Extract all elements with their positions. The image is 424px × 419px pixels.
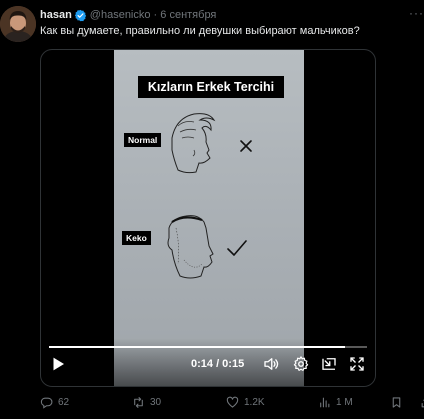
more-options-icon[interactable]: ··· xyxy=(404,6,424,22)
views-button[interactable]: 1 M xyxy=(318,396,353,409)
verified-badge-icon xyxy=(74,9,86,21)
reply-count: 62 xyxy=(58,397,70,408)
header-separator: · xyxy=(150,9,161,21)
tweet-text: Как вы думаете, правильно ли девушки выб… xyxy=(40,25,360,37)
video-controls: 0:14 / 0:15 xyxy=(41,338,375,386)
retweet-icon xyxy=(134,397,143,408)
view-count: 1 M xyxy=(336,397,353,408)
label-normal: Normal xyxy=(124,133,162,147)
progress-bar-fill xyxy=(49,346,345,348)
share-button[interactable] xyxy=(420,396,424,409)
picture-in-picture-icon[interactable] xyxy=(320,355,338,373)
reply-icon xyxy=(40,397,53,409)
label-keko: Keko xyxy=(122,231,151,245)
like-button[interactable]: 1.2K xyxy=(226,396,265,409)
like-count: 1.2K xyxy=(244,397,265,408)
tweet-date[interactable]: 6 сентября xyxy=(160,9,216,21)
progress-bar[interactable] xyxy=(49,346,367,348)
play-icon[interactable] xyxy=(49,355,67,373)
video-frame[interactable]: Kızların Erkek Tercihi Normal Keko xyxy=(114,50,304,386)
video-player[interactable]: Kızların Erkek Tercihi Normal Keko 0:14 … xyxy=(40,49,376,387)
volume-icon[interactable] xyxy=(262,355,280,373)
views-chart-icon xyxy=(320,397,330,408)
tweet-header: hasan @hasenicko · 6 сентября xyxy=(40,7,216,23)
tweet[interactable]: hasan @hasenicko · 6 сентября ··· Как вы… xyxy=(0,0,424,419)
tweet-actions: 62 30 1.2K 1 M xyxy=(40,396,424,412)
avatar[interactable] xyxy=(0,6,36,42)
avatar-image xyxy=(0,6,36,42)
retweet-count: 30 xyxy=(150,397,162,408)
share-icon xyxy=(421,399,424,408)
video-time: 0:14 / 0:15 xyxy=(191,358,245,370)
author-handle[interactable]: @hasenicko xyxy=(90,9,151,21)
settings-gear-icon[interactable] xyxy=(292,355,310,373)
retweet-button[interactable]: 30 xyxy=(132,396,161,409)
heart-icon xyxy=(226,396,239,408)
author-name[interactable]: hasan xyxy=(40,9,72,21)
reply-button[interactable]: 62 xyxy=(40,396,69,409)
bookmark-icon xyxy=(392,397,401,408)
sketch-drawing xyxy=(167,113,252,279)
video-overlay-title: Kızların Erkek Tercihi xyxy=(138,76,284,98)
bookmark-button[interactable] xyxy=(390,396,408,409)
fullscreen-icon[interactable] xyxy=(348,355,366,373)
